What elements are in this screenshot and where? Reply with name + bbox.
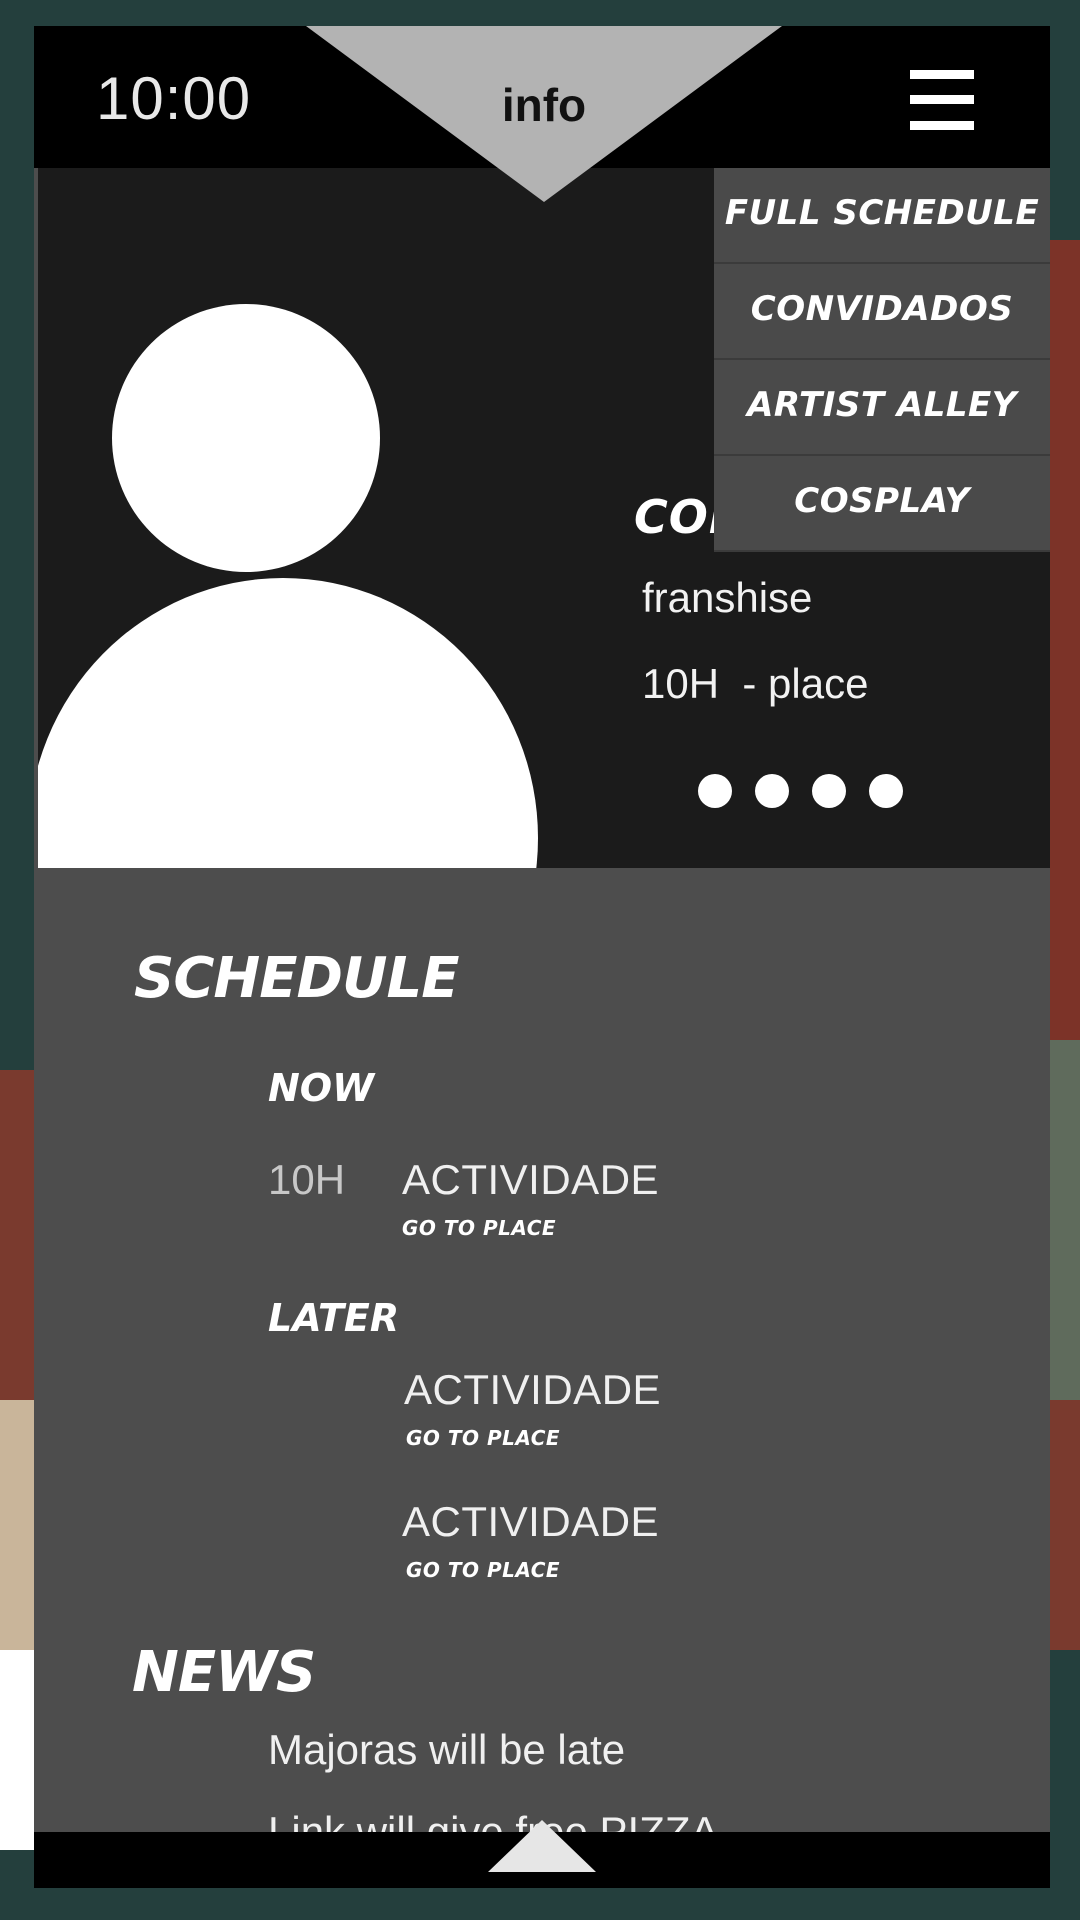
later-label: LATER	[268, 1296, 400, 1340]
menu-item-cosplay[interactable]: COSPLAY	[714, 456, 1050, 552]
status-time: 10:00	[96, 65, 252, 132]
person-placeholder-icon	[38, 578, 538, 868]
go-to-place-link[interactable]: GO TO PLACE	[406, 1426, 560, 1450]
info-tab-label[interactable]: info	[306, 78, 782, 132]
news-item[interactable]: Majoras will be late	[268, 1726, 625, 1774]
go-to-place-link[interactable]: GO TO PLACE	[406, 1558, 560, 1582]
featured-franchise: franshise	[642, 574, 813, 621]
pager-dot[interactable]	[698, 774, 732, 808]
news-title: NEWS	[132, 1640, 316, 1705]
activity-title[interactable]: ACTIVIDADE	[402, 1156, 659, 1204]
go-to-place-link[interactable]: GO TO PLACE	[402, 1216, 556, 1240]
activity-title[interactable]: ACTIVIDADE	[404, 1366, 661, 1414]
hamburger-menu-icon[interactable]	[910, 70, 974, 130]
pager-dot[interactable]	[869, 774, 903, 808]
background-art	[0, 1400, 36, 1650]
pager-dot[interactable]	[812, 774, 846, 808]
dropdown-menu: FULL SCHEDULE CONVIDADOS ARTIST ALLEY CO…	[714, 168, 1050, 552]
featured-time-place: 10H - place	[642, 660, 869, 707]
schedule-title: SCHEDULE	[134, 946, 459, 1011]
background-art	[0, 1650, 36, 1850]
person-placeholder-icon	[112, 304, 380, 572]
up-arrow-icon[interactable]	[488, 1820, 596, 1872]
activity-title[interactable]: ACTIVIDADE	[402, 1498, 659, 1546]
schedule-time: 10H	[268, 1156, 346, 1203]
menu-item-convidados[interactable]: CONVIDADOS	[714, 264, 1050, 360]
pager-dots[interactable]	[698, 774, 926, 808]
menu-item-full-schedule[interactable]: FULL SCHEDULE	[714, 168, 1050, 264]
now-label: NOW	[268, 1066, 375, 1110]
app-screen: 10:00 info CON franshise 10H - place FUL…	[34, 26, 1050, 1888]
menu-item-artist-alley[interactable]: ARTIST ALLEY	[714, 360, 1050, 456]
pager-dot[interactable]	[755, 774, 789, 808]
